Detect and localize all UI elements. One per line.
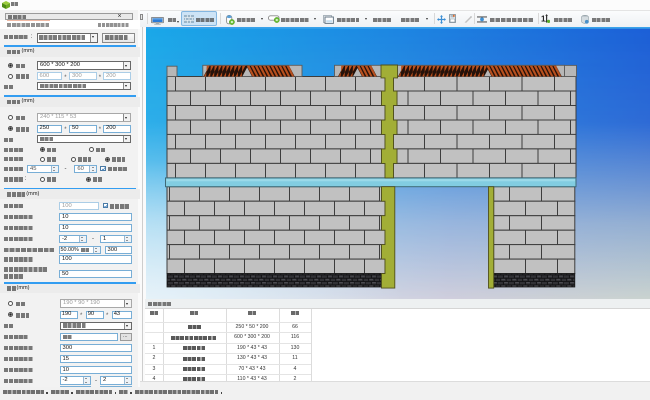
svg-text:1: 1 — [541, 15, 546, 24]
